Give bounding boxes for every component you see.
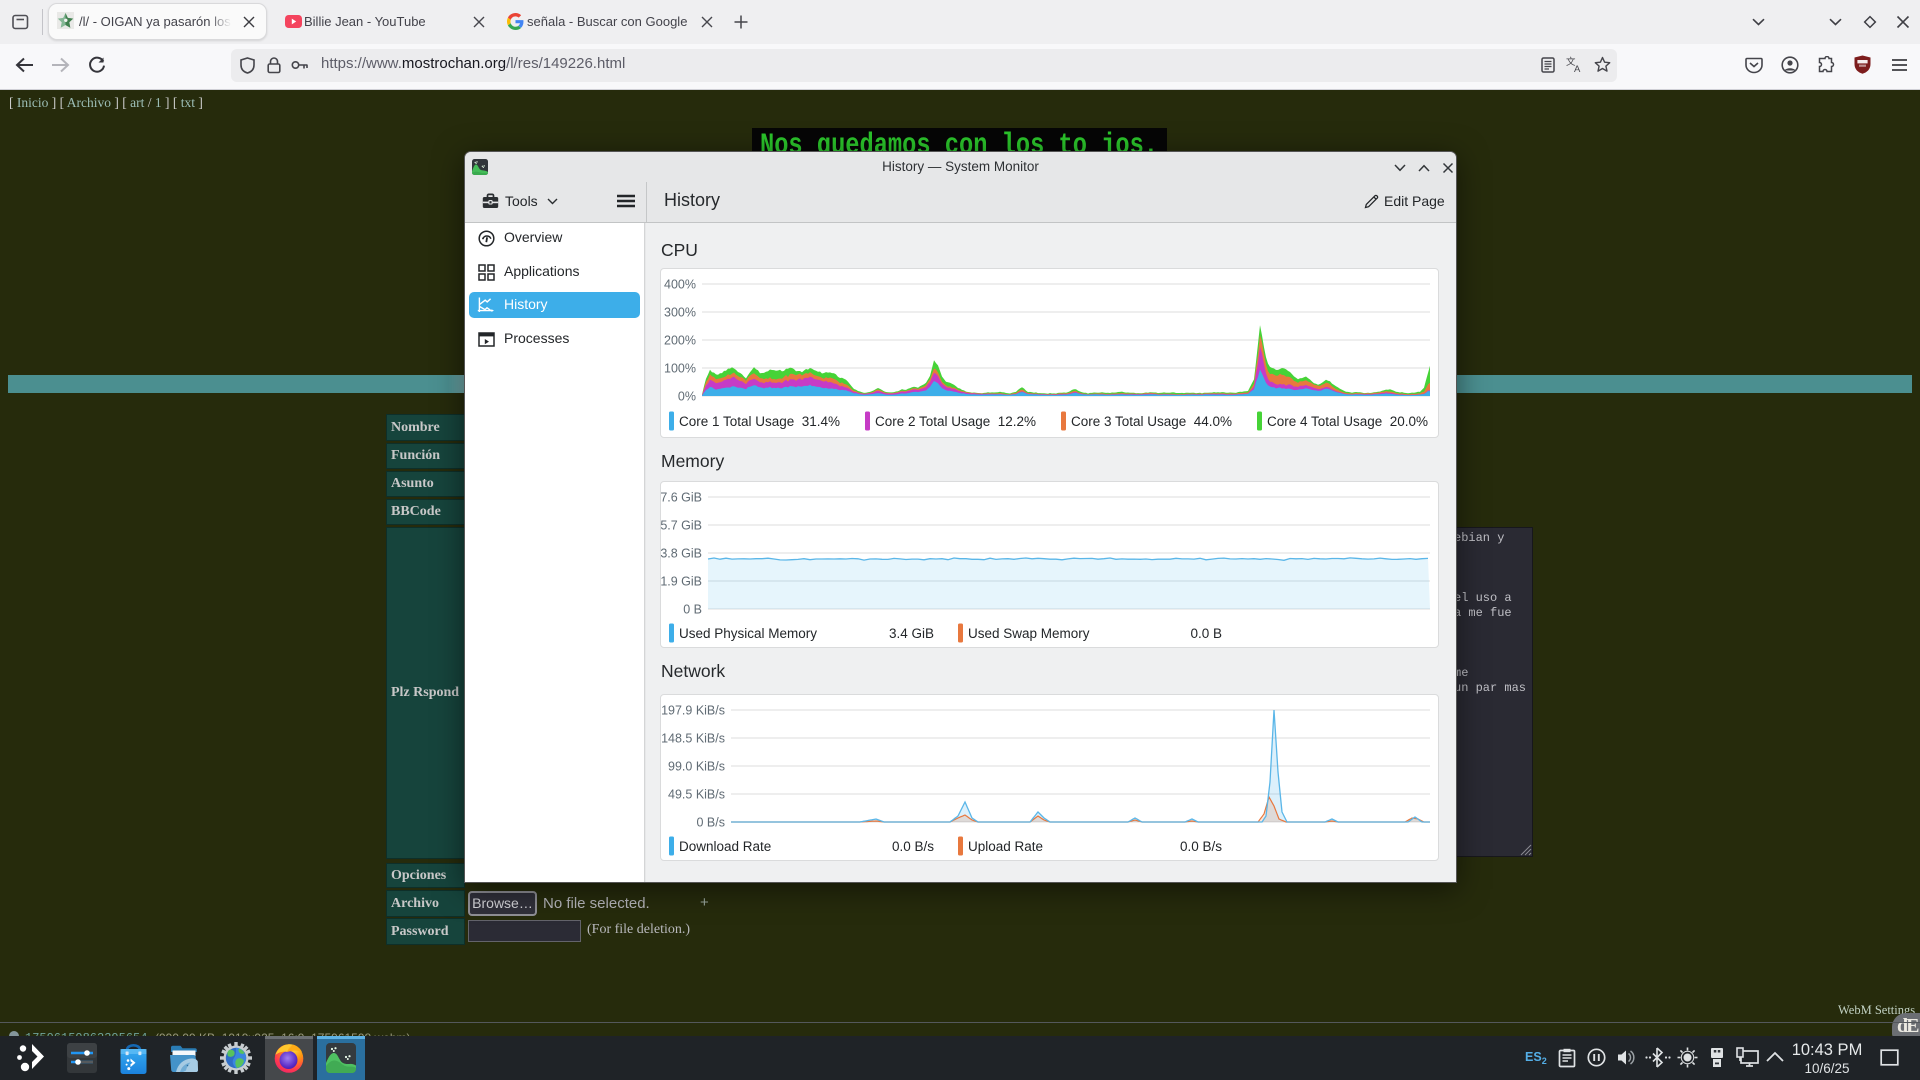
svg-text:3.4 GiB: 3.4 GiB (889, 626, 934, 641)
svg-text:Download Rate: Download Rate (679, 839, 771, 854)
svg-text:300%: 300% (664, 306, 696, 320)
svg-text:99.0 KiB/s: 99.0 KiB/s (668, 760, 725, 774)
svg-text:Core 4 Total Usage: Core 4 Total Usage (1267, 414, 1382, 429)
svg-text:400%: 400% (664, 278, 696, 292)
svg-text:Core 1 Total Usage: Core 1 Total Usage (679, 414, 794, 429)
svg-text:0.0 B/s: 0.0 B/s (892, 839, 934, 854)
svg-text:7.6 GiB: 7.6 GiB (660, 491, 702, 505)
svg-text:200%: 200% (664, 334, 696, 348)
svg-text:0 B: 0 B (683, 603, 702, 617)
svg-text:Used Physical Memory: Used Physical Memory (679, 626, 817, 641)
svg-text:Upload Rate: Upload Rate (968, 839, 1043, 854)
svg-text:0 B/s: 0 B/s (697, 816, 726, 830)
svg-text:31.4%: 31.4% (802, 414, 840, 429)
svg-text:Core 3 Total Usage: Core 3 Total Usage (1071, 414, 1186, 429)
svg-text:0.0 B/s: 0.0 B/s (1180, 839, 1222, 854)
svg-text:3.8 GiB: 3.8 GiB (660, 547, 702, 561)
svg-text:1.9 GiB: 1.9 GiB (660, 575, 702, 589)
svg-text:197.9 KiB/s: 197.9 KiB/s (661, 704, 725, 718)
svg-text:Core 2 Total Usage: Core 2 Total Usage (875, 414, 990, 429)
svg-text:5.7 GiB: 5.7 GiB (660, 519, 702, 533)
svg-text:Used Swap Memory: Used Swap Memory (968, 626, 1090, 641)
svg-text:12.2%: 12.2% (998, 414, 1036, 429)
svg-text:49.5 KiB/s: 49.5 KiB/s (668, 788, 725, 802)
svg-text:148.5 KiB/s: 148.5 KiB/s (661, 732, 725, 746)
svg-text:100%: 100% (664, 362, 696, 376)
svg-text:A: A (1574, 64, 1581, 74)
svg-text:20.0%: 20.0% (1390, 414, 1428, 429)
svg-text:0%: 0% (678, 390, 696, 404)
svg-text:44.0%: 44.0% (1194, 414, 1232, 429)
svg-text:0.0 B: 0.0 B (1190, 626, 1222, 641)
